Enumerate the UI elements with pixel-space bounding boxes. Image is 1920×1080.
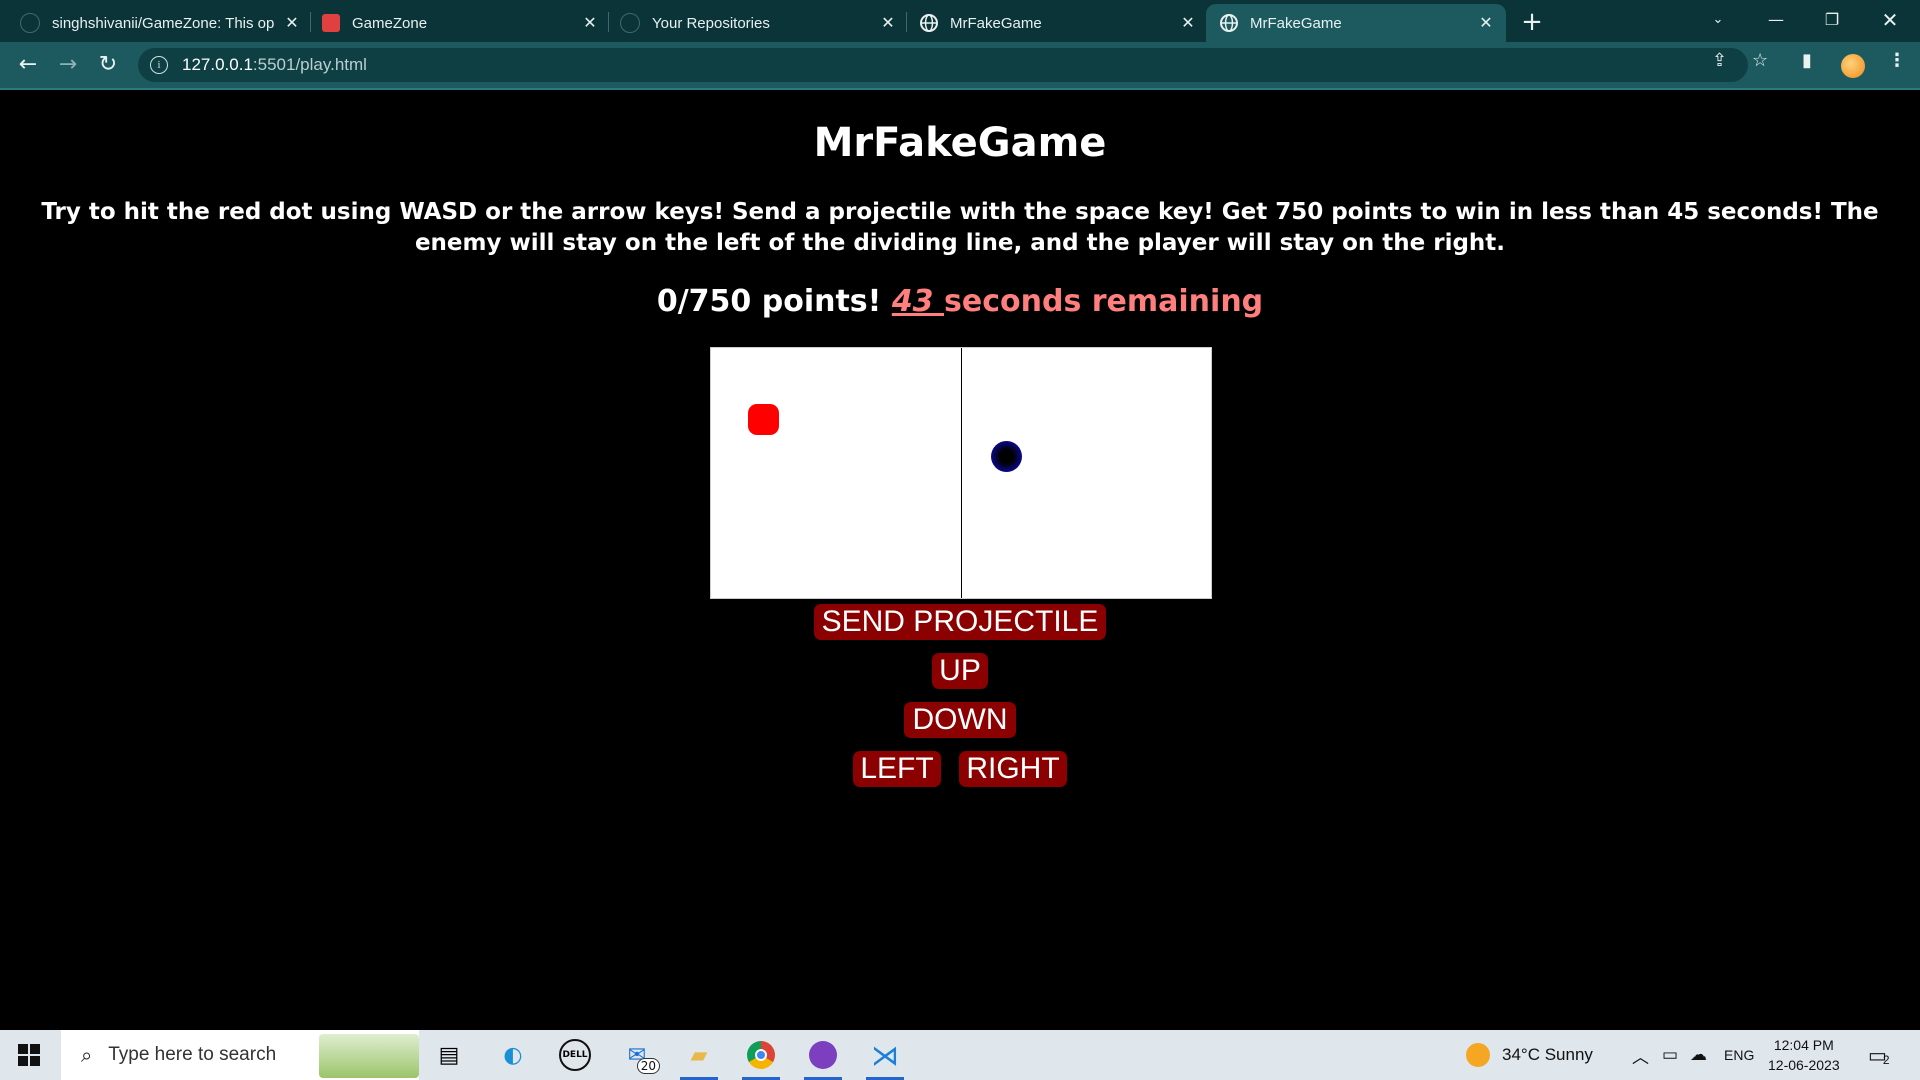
github-icon — [620, 13, 640, 33]
tab-title: singhshivanii/GameZone: This op — [52, 14, 275, 32]
close-icon[interactable]: ✕ — [580, 13, 600, 33]
info-icon[interactable]: i — [150, 56, 168, 74]
address-bar[interactable]: i 127.0.0.1:5501/play.html — [138, 48, 1748, 82]
page-title: MrFakeGame — [813, 120, 1107, 166]
tab-your-repositories[interactable]: Your Repositories ✕ — [620, 4, 898, 42]
language-indicator[interactable]: ENG — [1724, 1030, 1754, 1080]
player-blue-dot — [991, 441, 1022, 472]
notifications-icon[interactable]: ▭ 2 — [1868, 1030, 1890, 1080]
gamezone-icon — [322, 14, 340, 32]
tab-search-icon[interactable]: ⌄ — [1690, 0, 1746, 40]
new-tab-button[interactable]: + — [1516, 6, 1548, 38]
enemy-red-dot — [748, 404, 779, 435]
battery-icon[interactable]: ▭ — [1662, 1030, 1678, 1080]
globe-icon — [920, 14, 938, 32]
tab-mrfakegame[interactable]: MrFakeGame ✕ — [920, 4, 1198, 42]
globe-icon — [1220, 14, 1238, 32]
windows-start-icon[interactable] — [12, 1038, 46, 1072]
search-icon: ⌕ — [81, 1043, 93, 1067]
dell-icon[interactable]: DELL — [558, 1038, 592, 1072]
score-status: 0/750 points! 43 seconds remaining — [0, 284, 1920, 319]
github-icon — [20, 13, 40, 33]
tab-strip: singhshivanii/GameZone: This op ✕ GameZo… — [0, 0, 1920, 42]
taskbar-search[interactable]: ⌕ Type here to search — [61, 1030, 419, 1080]
back-button[interactable]: ← — [12, 50, 44, 82]
github-desktop-icon[interactable] — [806, 1038, 840, 1072]
minimize-button[interactable]: — — [1748, 0, 1804, 40]
vscode-icon[interactable]: ⋊ — [868, 1038, 902, 1072]
tab-title: GameZone — [352, 14, 428, 32]
page-content: MrFakeGame Try to hit the red dot using … — [0, 90, 1920, 1030]
left-button[interactable]: LEFT — [853, 751, 941, 787]
close-icon[interactable]: ✕ — [1476, 13, 1496, 33]
time-remaining-label: seconds remaining — [944, 284, 1264, 319]
edge-icon[interactable]: ◐ — [496, 1038, 530, 1072]
notifications-count: 2 — [1882, 1053, 1890, 1067]
url-text[interactable]: 127.0.0.1:5501/play.html — [182, 55, 367, 75]
clock-date: 12-06-2023 — [1768, 1057, 1840, 1073]
tray-chevron-icon[interactable]: ︿ — [1632, 1030, 1649, 1080]
weather-text: 34°C Sunny — [1502, 1045, 1593, 1064]
side-panel-icon[interactable]: ▮ — [1802, 50, 1812, 71]
browser-toolbar: ← → ↻ i 127.0.0.1:5501/play.html ⇪ ☆ ▮ ⋮ — [0, 42, 1920, 90]
tab-github-gamezone[interactable]: singhshivanii/GameZone: This op ✕ — [20, 4, 302, 42]
chrome-icon[interactable] — [744, 1038, 778, 1072]
tab-title: MrFakeGame — [950, 14, 1042, 32]
search-placeholder: Type here to search — [108, 1044, 277, 1065]
mail-badge: 20 — [636, 1058, 660, 1074]
game-canvas[interactable] — [710, 347, 1212, 599]
menu-icon[interactable]: ⋮ — [1888, 50, 1906, 71]
time-remaining-value: 43 — [891, 284, 945, 319]
tab-title: MrFakeGame — [1250, 14, 1342, 32]
clock-time: 12:04 PM — [1773, 1037, 1834, 1053]
reload-button[interactable]: ↻ — [92, 50, 124, 82]
close-window-button[interactable]: ✕ — [1862, 0, 1918, 40]
forward-button[interactable]: → — [52, 50, 84, 82]
mail-icon[interactable]: ✉ 20 — [620, 1038, 660, 1074]
instructions: Try to hit the red dot using WASD or the… — [41, 199, 1879, 256]
tab-gamezone[interactable]: GameZone ✕ — [322, 4, 600, 42]
weather-widget[interactable]: 34°C Sunny — [1466, 1030, 1593, 1080]
close-icon[interactable]: ✕ — [878, 13, 898, 33]
search-highlight-image — [319, 1034, 419, 1078]
clock[interactable]: 12:04 PM 12-06-2023 — [1768, 1030, 1840, 1080]
profile-avatar[interactable] — [1841, 54, 1865, 78]
tab-mrfakegame-active[interactable]: MrFakeGame ✕ — [1206, 4, 1506, 42]
sun-icon — [1466, 1043, 1490, 1067]
share-icon[interactable]: ⇪ — [1712, 50, 1727, 71]
up-button[interactable]: UP — [932, 653, 988, 689]
dividing-line — [961, 348, 962, 598]
close-icon[interactable]: ✕ — [1178, 13, 1198, 33]
right-button[interactable]: RIGHT — [959, 751, 1067, 787]
task-view-icon[interactable]: ▤ — [432, 1038, 466, 1072]
restore-button[interactable]: ❐ — [1804, 0, 1860, 40]
close-icon[interactable]: ✕ — [282, 13, 302, 33]
file-explorer-icon[interactable]: ▰ — [682, 1038, 716, 1072]
down-button[interactable]: DOWN — [904, 702, 1016, 738]
cloud-icon[interactable]: ☁ — [1690, 1030, 1707, 1080]
tab-title: Your Repositories — [652, 14, 770, 32]
score-text: 0/750 points! — [656, 284, 882, 319]
bookmark-star-icon[interactable]: ☆ — [1752, 50, 1768, 71]
send-projectile-button[interactable]: SEND PROJECTILE — [814, 604, 1106, 640]
taskbar: ⌕ Type here to search ▤ ◐ DELL ✉ 20 ▰ ⋊ 3… — [0, 1030, 1920, 1080]
